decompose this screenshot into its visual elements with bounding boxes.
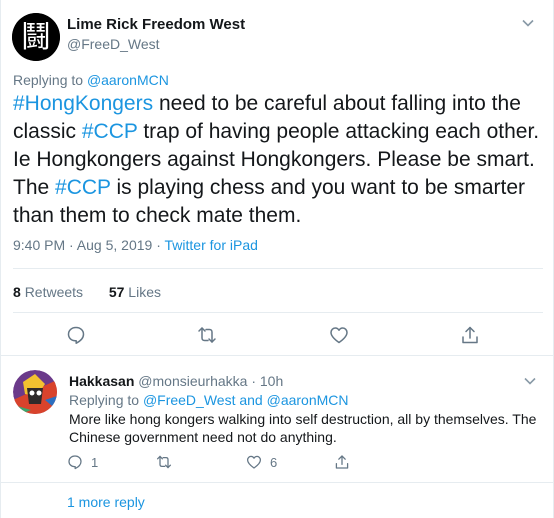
retweets-label: Retweets	[24, 284, 84, 300]
reply-reply-action[interactable]: 1	[67, 454, 98, 470]
reply-replying-users[interactable]: @FreeD_West and @aaronMCN	[143, 392, 349, 408]
tweet-thread: 鬪 Lime Rick Freedom West @FreeD_West Rep…	[0, 0, 554, 518]
tweet-text: #HongKongers need to be careful about fa…	[13, 90, 543, 230]
meta-separator: ·	[156, 237, 161, 253]
chevron-down-icon[interactable]	[521, 16, 535, 30]
share-icon[interactable]	[460, 325, 480, 345]
thread-separator	[1, 482, 554, 483]
divider	[13, 312, 543, 313]
reply-icon[interactable]	[66, 325, 86, 345]
like-icon[interactable]	[329, 325, 349, 345]
replying-prefix: Replying to	[13, 72, 84, 88]
hashtag-link[interactable]: #CCP	[55, 176, 111, 199]
more-replies-link[interactable]: 1 more reply	[67, 494, 145, 510]
tweet-meta: 9:40 PM · Aug 5, 2019 · Twitter for iPad	[13, 237, 258, 253]
reply-replying-prefix: Replying to	[69, 392, 140, 408]
tweet-timestamp[interactable]: 9:40 PM · Aug 5, 2019	[13, 237, 152, 253]
reply-age[interactable]: · 10h	[251, 373, 283, 389]
likes-label: Likes	[128, 284, 161, 300]
reply-reply-count: 1	[91, 454, 99, 470]
retweets-stat[interactable]: 8 Retweets	[13, 284, 83, 300]
author-name[interactable]: Lime Rick Freedom West	[67, 16, 245, 33]
replying-to-link[interactable]: @aaronMCN	[87, 72, 169, 88]
svg-text:鬪: 鬪	[21, 20, 51, 55]
reply-author-avatar[interactable]	[13, 370, 57, 414]
hashtag-link[interactable]: #CCP	[82, 120, 138, 143]
reply-author-name[interactable]: Hakkasan	[69, 373, 134, 389]
thread-separator	[1, 355, 554, 356]
reply-retweet-action[interactable]	[156, 454, 172, 470]
likes-stat[interactable]: 57 Likes	[109, 284, 161, 300]
reply-share-action[interactable]	[334, 454, 350, 470]
reply-like-count: 6	[270, 454, 278, 470]
tweet-stats: 8 Retweets 57 Likes	[13, 284, 161, 300]
hashtag-link[interactable]: #HongKongers	[13, 92, 153, 115]
likes-count: 57	[108, 284, 125, 300]
author-handle[interactable]: @FreeD_West	[67, 36, 160, 52]
replying-to: Replying to @aaronMCN	[13, 72, 169, 88]
divider	[13, 268, 543, 269]
reply-text: More like hong kongers walking into self…	[69, 411, 537, 445]
reply-header: Hakkasan @monsieurhakka · 10h	[69, 373, 283, 389]
share-icon	[335, 455, 349, 469]
retweet-icon	[156, 455, 172, 469]
reply-icon	[68, 455, 82, 470]
reply-like-action[interactable]: 6	[246, 454, 277, 470]
chevron-down-icon[interactable]	[523, 374, 537, 388]
reply-author-handle[interactable]: @monsieurhakka	[138, 373, 247, 389]
author-avatar[interactable]: 鬪	[12, 13, 60, 61]
tweet-source[interactable]: Twitter for iPad	[165, 237, 258, 253]
retweets-count: 8	[13, 284, 21, 300]
like-icon	[246, 455, 262, 469]
reply-replying-to: Replying to @FreeD_West and @aaronMCN	[69, 392, 349, 408]
retweet-icon[interactable]	[197, 325, 217, 345]
